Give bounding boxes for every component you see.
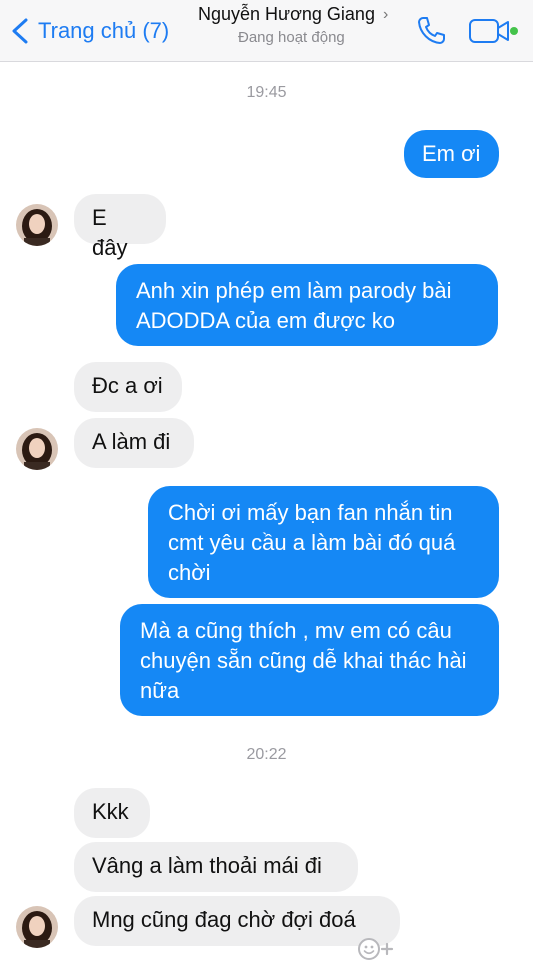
add-reaction-icon[interactable] — [356, 936, 398, 962]
video-camera-icon[interactable] — [468, 16, 520, 46]
avatar — [16, 906, 58, 948]
outgoing-message[interactable]: Em ơi — [404, 130, 499, 178]
outgoing-message[interactable]: Mà a cũng thích , mv em có câu chuyện sẵ… — [120, 604, 499, 716]
back-button[interactable]: Trang chủ (7) — [8, 14, 169, 48]
avatar — [16, 428, 58, 470]
contact-info[interactable]: Nguyễn Hương Giang › Đang hoạt động — [198, 4, 398, 46]
incoming-message[interactable]: Đc a ơi — [74, 362, 182, 412]
online-dot-icon — [510, 27, 518, 35]
contact-status: Đang hoạt động — [238, 29, 345, 46]
incoming-message[interactable]: Kkk — [74, 788, 150, 838]
chevron-left-icon — [12, 18, 28, 44]
incoming-message[interactable]: E đây — [74, 194, 166, 260]
timestamp: 20:22 — [246, 746, 287, 763]
incoming-message[interactable]: Mng cũng đag chờ đợi đoá — [74, 896, 400, 946]
contact-name: Nguyễn Hương Giang — [198, 4, 375, 24]
outgoing-message[interactable]: Anh xin phép em làm parody bài ADODDA củ… — [116, 264, 498, 346]
chat-header: Trang chủ (7) Nguyễn Hương Giang › Đang … — [0, 0, 533, 62]
chevron-right-icon: › — [382, 5, 389, 23]
incoming-message[interactable]: Vâng a làm thoải mái đi — [74, 842, 358, 892]
incoming-message[interactable]: A làm đi — [74, 418, 194, 468]
phone-icon[interactable] — [414, 14, 448, 48]
timestamp: 19:45 — [246, 84, 287, 101]
back-label: Trang chủ (7) — [38, 18, 170, 43]
avatar — [16, 204, 58, 246]
outgoing-message[interactable]: Chời ơi mấy bạn fan nhắn tin cmt yêu cầu… — [148, 486, 499, 598]
